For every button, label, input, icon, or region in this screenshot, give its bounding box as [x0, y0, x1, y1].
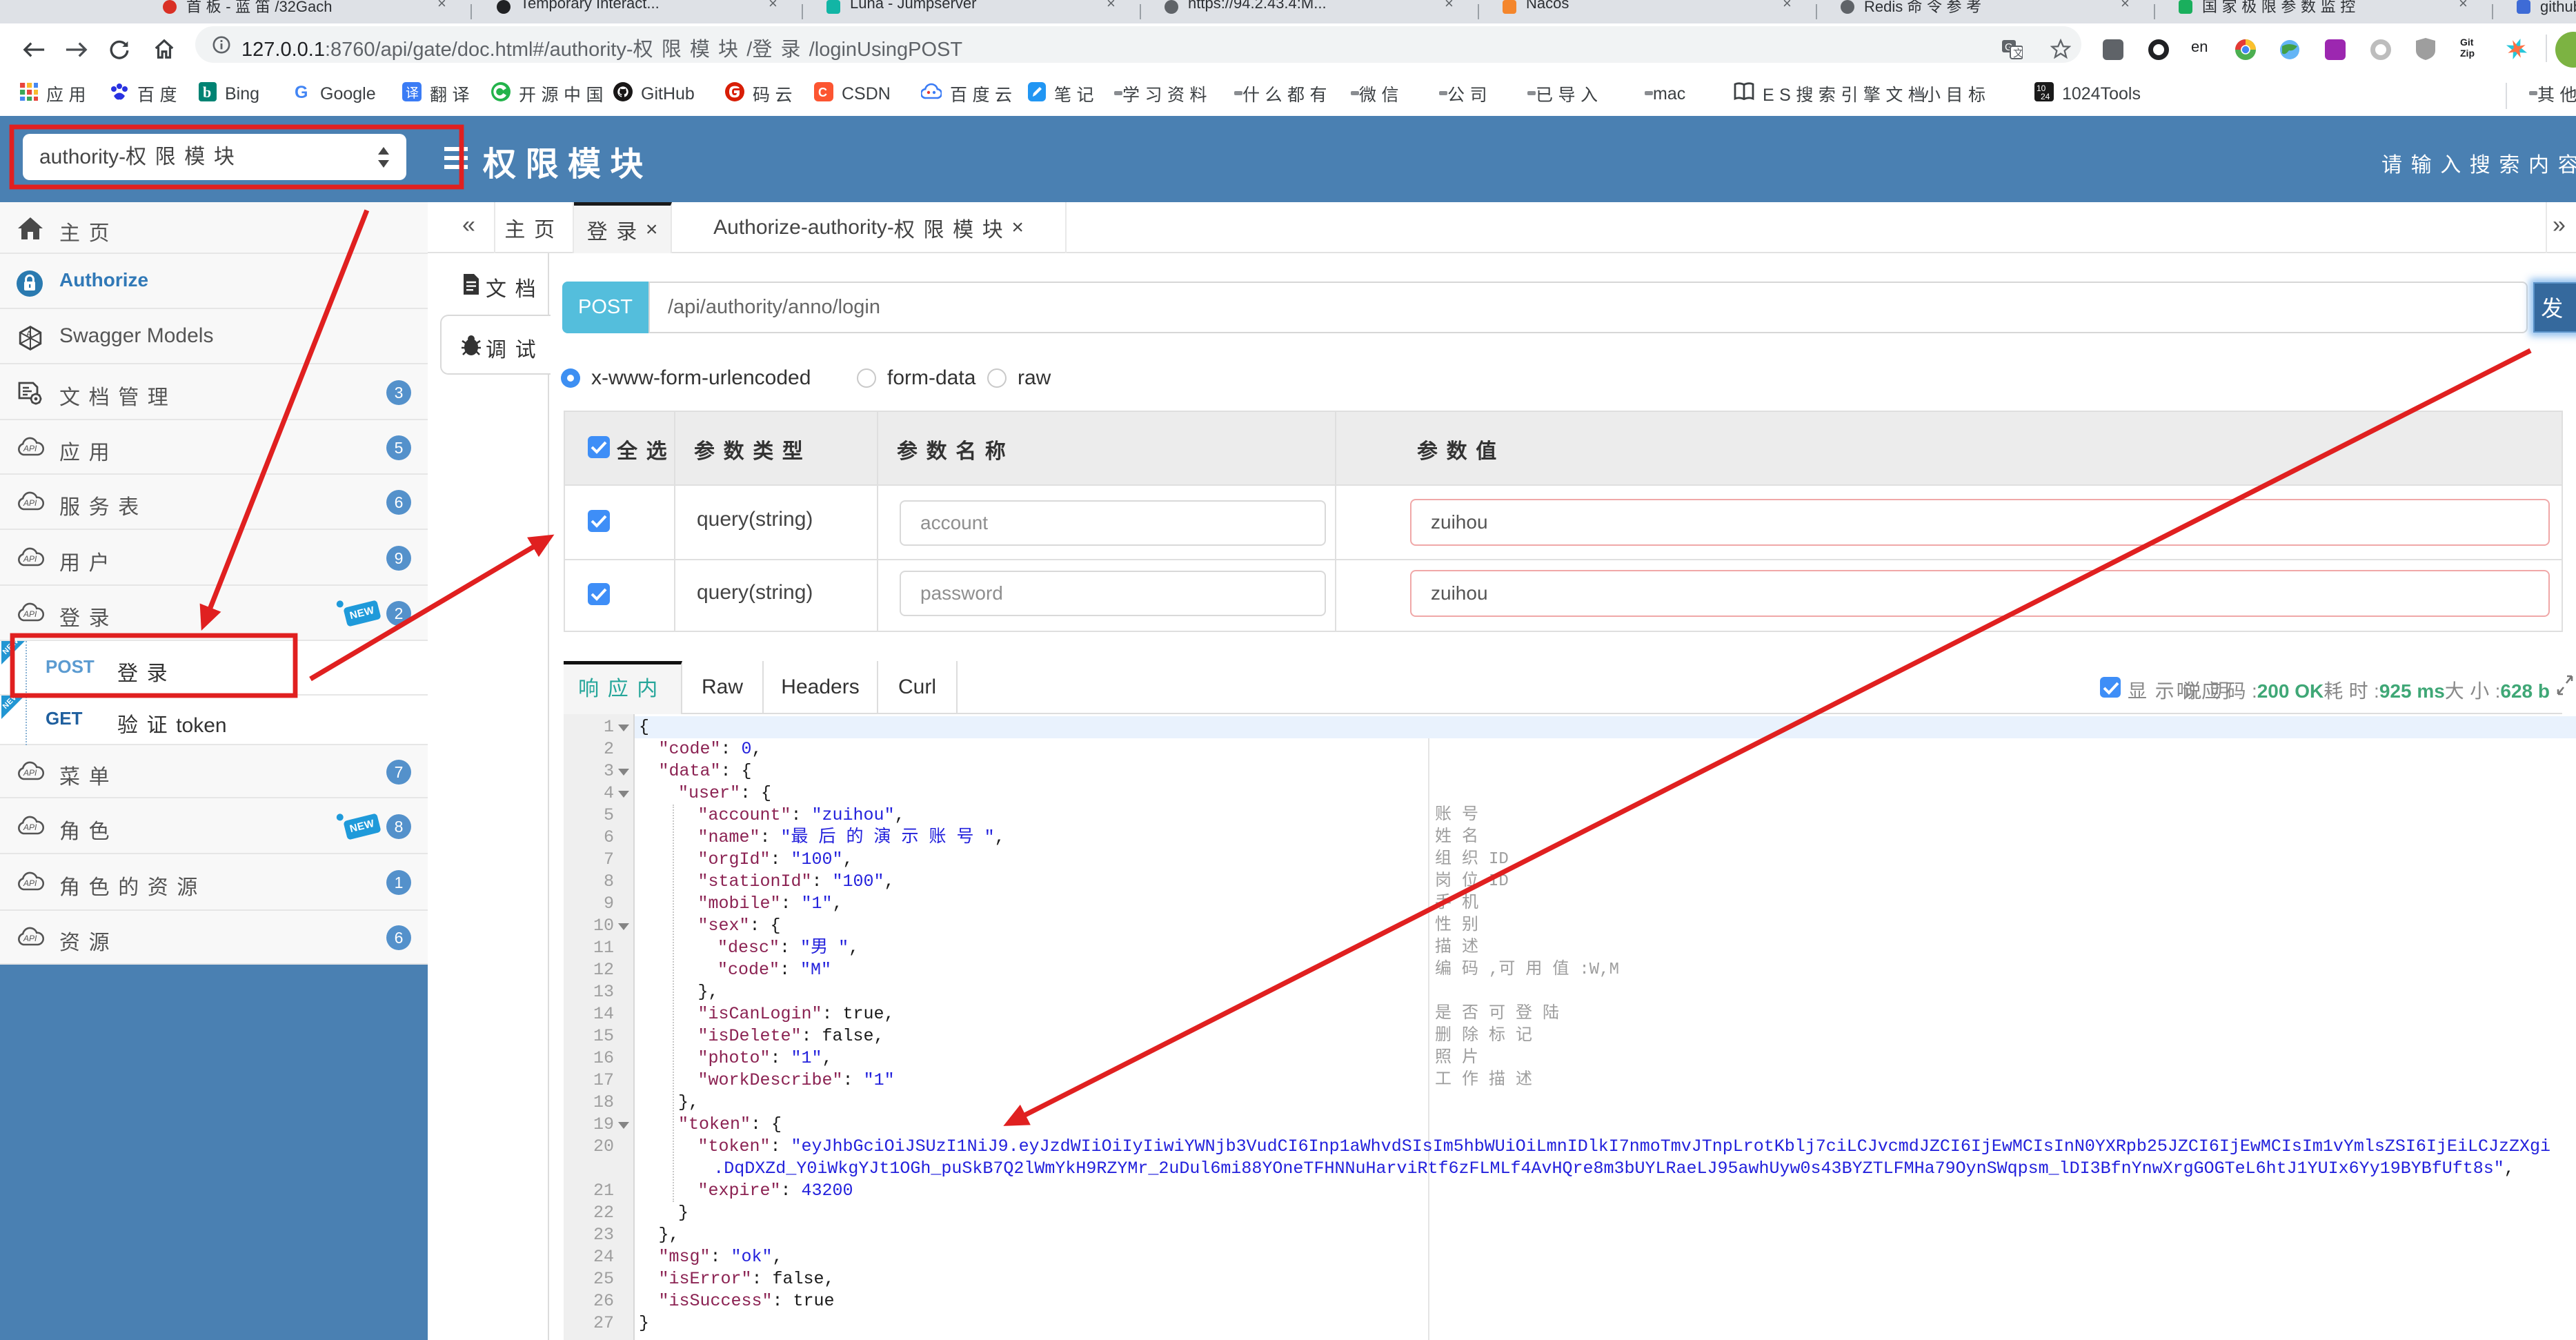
- svg-text:API: API: [23, 934, 37, 943]
- svg-text:C: C: [818, 86, 827, 99]
- svg-text:译: 译: [406, 86, 419, 101]
- svg-text:API: API: [23, 554, 37, 564]
- svg-text:G: G: [295, 83, 308, 101]
- svg-text:API: API: [23, 609, 37, 619]
- svg-text:API: API: [23, 444, 37, 453]
- svg-text:A: A: [26, 329, 32, 339]
- svg-text:API: API: [23, 822, 37, 832]
- svg-text:24: 24: [2041, 92, 2050, 101]
- svg-text:API: API: [23, 878, 37, 888]
- svg-text:API: API: [23, 768, 37, 778]
- svg-text:b: b: [203, 83, 211, 101]
- svg-text:文: 文: [2013, 48, 2023, 59]
- svg-text:API: API: [23, 498, 37, 508]
